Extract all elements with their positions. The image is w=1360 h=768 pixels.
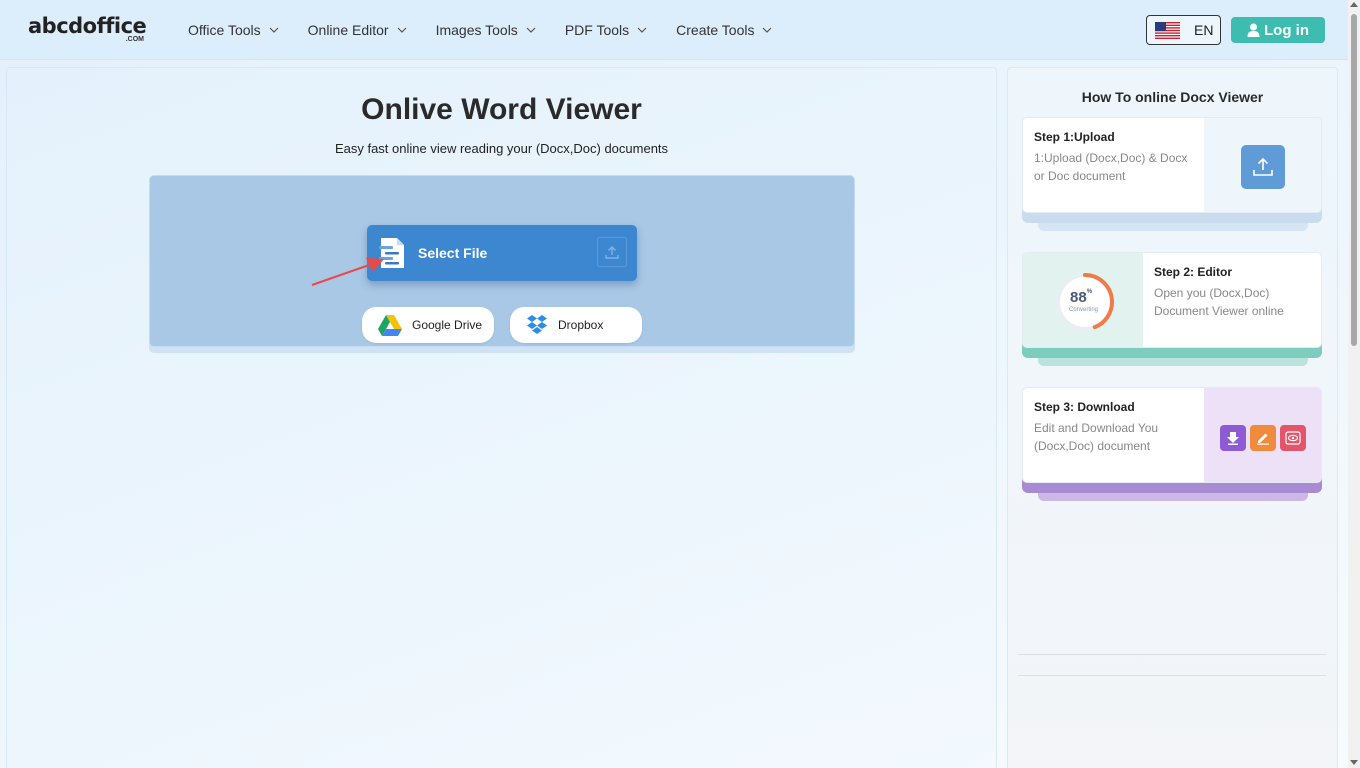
nav-online-editor[interactable]: Online Editor [308,22,407,38]
upload-icon [597,237,627,267]
language-selector[interactable]: EN [1146,15,1221,45]
nav-create-tools[interactable]: Create Tools [676,22,772,38]
nav-label: Images Tools [435,22,518,38]
step-title: Step 1:Upload [1034,130,1115,144]
how-to-title: How To online Docx Viewer [1081,89,1264,105]
nav-label: PDF Tools [564,22,630,38]
upload-icon [1241,145,1285,189]
page-subtitle: Easy fast online view reading your (Docx… [334,141,669,156]
step-card-editor: 88% Converting Step 2: Editor Open you (… [1022,252,1322,366]
chevron-down-icon [269,27,279,33]
google-drive-button[interactable]: Google Drive [362,307,494,343]
site-logo[interactable]: abcdoffice .COM [28,14,148,46]
top-header: abcdoffice .COM Office Tools Online Edit… [0,0,1348,60]
eye-icon [1280,425,1306,451]
login-label: Log in [1264,21,1309,39]
dropbox-button[interactable]: Dropbox [510,307,642,343]
card-face: Step 3: Download Edit and Download You (… [1022,387,1322,483]
nav-label: Office Tools [188,22,261,38]
scroll-up-arrow-icon[interactable] [1350,2,1358,7]
logo-sub: .COM [125,36,144,43]
login-button[interactable]: Log in [1231,17,1325,43]
download-icon [1220,425,1246,451]
nav-pdf-tools[interactable]: PDF Tools [565,22,647,38]
step-card-download: Step 3: Download Edit and Download You (… [1022,387,1322,501]
chevron-down-icon [526,27,536,33]
user-icon [1247,23,1260,37]
nav-label: Online Editor [307,22,389,38]
dropbox-icon [527,314,547,334]
divider [1018,675,1326,676]
step-illustration [1204,118,1321,212]
select-file-button[interactable]: Select File [367,225,637,281]
nav-label: Create Tools [676,22,755,38]
nav-office-tools[interactable]: Office Tools [188,22,279,38]
edit-icon [1250,425,1276,451]
page-scrollbar[interactable] [1348,0,1360,768]
progress-value: 88% [1070,289,1092,306]
step-illustration [1204,388,1321,482]
step-description: Edit and Download You (Docx,Doc) documen… [1034,421,1159,453]
card-face: Step 1:Upload 1:Upload (Docx,Doc) & Docx… [1022,117,1322,213]
step-title: Step 2: Editor [1154,265,1233,279]
google-drive-label: Google Drive [412,318,483,332]
step-title: Step 3: Download [1034,400,1135,414]
step-description: 1:Upload (Docx,Doc) & Docx or Doc docume… [1034,151,1188,183]
google-drive-icon [378,314,402,336]
main-panel [6,67,997,768]
divider [1018,654,1326,655]
logo-text: abcdoffice [28,14,147,38]
chevron-down-icon [637,27,647,33]
red-arrow-annotation [311,258,384,287]
chevron-down-icon [397,27,407,33]
progress-unit: % [1086,289,1093,295]
card-face: 88% Converting Step 2: Editor Open you (… [1022,252,1322,348]
main-nav: Office Tools Online Editor Images Tools … [188,0,801,60]
page-title: Onlive Word Viewer [361,93,642,126]
chevron-down-icon [763,27,772,33]
step-illustration: 88% Converting [1023,253,1143,347]
language-label: EN [1194,22,1214,38]
step-card-upload: Step 1:Upload 1:Upload (Docx,Doc) & Docx… [1022,117,1322,231]
select-file-label: Select File [418,245,488,261]
scroll-down-arrow-icon[interactable] [1350,760,1358,765]
progress-number: 88 [1070,289,1087,306]
step-description: Open you (Docx,Doc) Document Viewer onli… [1154,286,1284,318]
progress-caption: Converting [1069,307,1099,313]
nav-images-tools[interactable]: Images Tools [436,22,536,38]
us-flag-icon [1155,21,1180,39]
dropbox-label: Dropbox [558,318,604,332]
scroll-thumb[interactable] [1351,14,1357,346]
